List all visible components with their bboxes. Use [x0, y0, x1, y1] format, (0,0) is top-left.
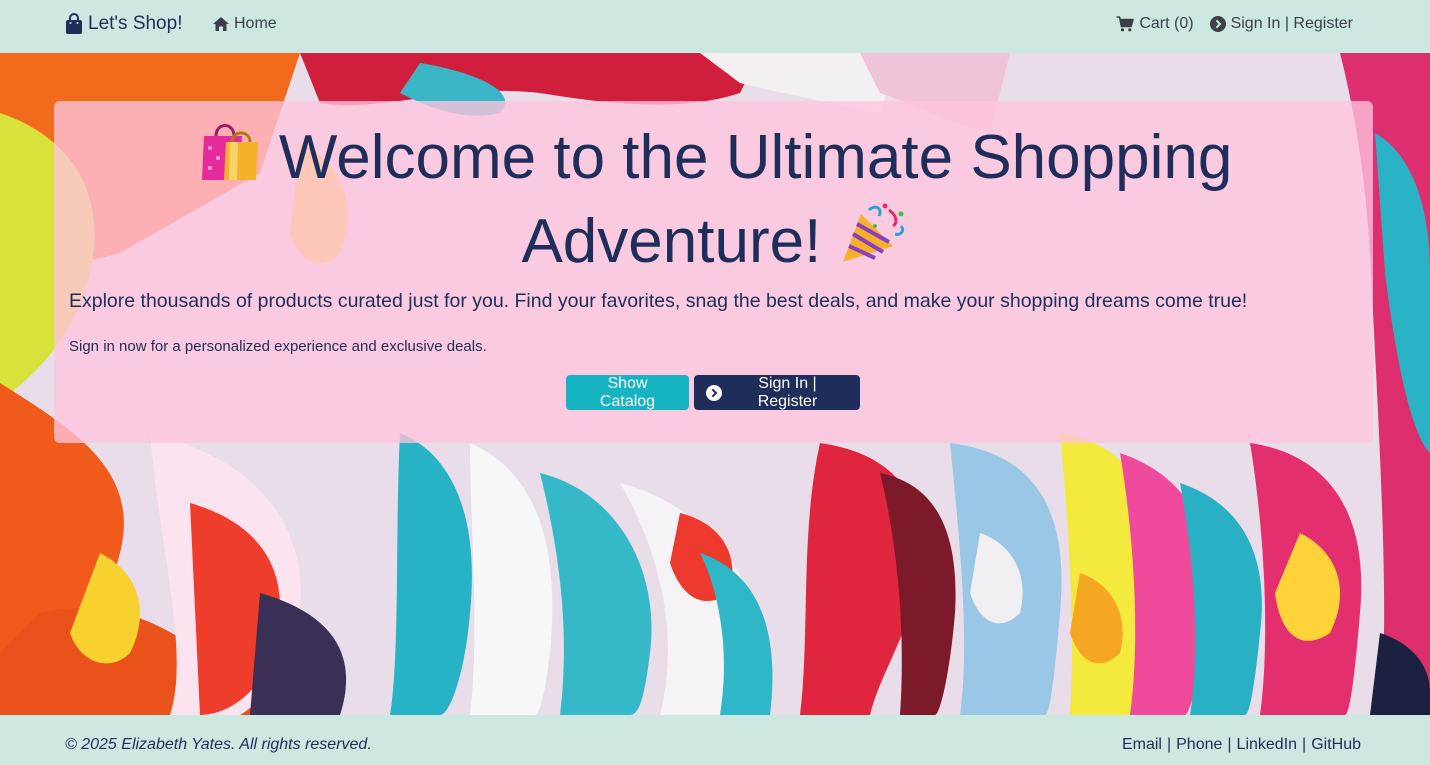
signin-register-button[interactable]: Sign In | Register [694, 375, 860, 410]
nav-signin-label: Sign In | Register [1230, 15, 1353, 32]
signin-prompt-text: Sign in now for a personalized experienc… [69, 338, 487, 355]
nav-signin-link[interactable]: Sign In | Register [1209, 15, 1353, 33]
top-navbar: Let's Shop! Home Cart (0) Sign In | Regi… [0, 0, 1430, 53]
welcome-heading: Welcome to the Ultimate Shopping Adventu… [114, 118, 1314, 284]
hero-section: Welcome to the Ultimate Shopping Adventu… [0, 53, 1430, 715]
brand-label: Let's Shop! [88, 13, 183, 34]
chevron-circle-right-icon [706, 384, 722, 401]
footer-link-email[interactable]: Email [1122, 736, 1162, 754]
brand-link[interactable]: Let's Shop! [65, 13, 182, 35]
footer-separator: | [1227, 736, 1232, 753]
show-catalog-label: Show Catalog [599, 374, 656, 410]
footer: © 2025 Elizabeth Yates. All rights reser… [0, 715, 1430, 765]
nav-home-label: Home [234, 15, 277, 32]
footer-link-github[interactable]: GitHub [1311, 736, 1361, 754]
footer-separator: | [1166, 736, 1172, 753]
signin-register-label: Sign In | Register [757, 374, 818, 410]
lead-text: Explore thousands of products curated ju… [69, 290, 1248, 312]
welcome-heading-line2: Adventure! [521, 207, 822, 276]
nav-right-links: Cart (0) Sign In | Register [1116, 15, 1353, 33]
cart-icon [1116, 16, 1135, 32]
shopping-bag-icon [65, 13, 83, 35]
show-catalog-button[interactable]: Show Catalog [566, 375, 689, 410]
chevron-circle-right-icon [1209, 16, 1226, 32]
shopping-bags-emoji-icon [196, 118, 262, 200]
footer-links: Email | Phone | LinkedIn | GitHub [1122, 736, 1361, 754]
nav-home-link[interactable]: Home [212, 15, 277, 33]
copyright-text: © 2025 Elizabeth Yates. All rights reser… [65, 736, 372, 753]
welcome-heading-line1: Welcome to the Ultimate Shopping [278, 123, 1233, 192]
hero-buttons: Show Catalog Sign In | Register [566, 375, 860, 410]
welcome-card: Welcome to the Ultimate Shopping Adventu… [54, 101, 1373, 443]
party-popper-emoji-icon [839, 200, 907, 284]
home-icon [212, 16, 230, 32]
nav-cart-label: Cart (0) [1139, 15, 1194, 32]
nav-cart-link[interactable]: Cart (0) [1116, 15, 1194, 33]
footer-link-phone[interactable]: Phone [1176, 736, 1222, 754]
footer-separator: | [1302, 736, 1307, 753]
footer-link-linkedin[interactable]: LinkedIn [1237, 736, 1298, 754]
